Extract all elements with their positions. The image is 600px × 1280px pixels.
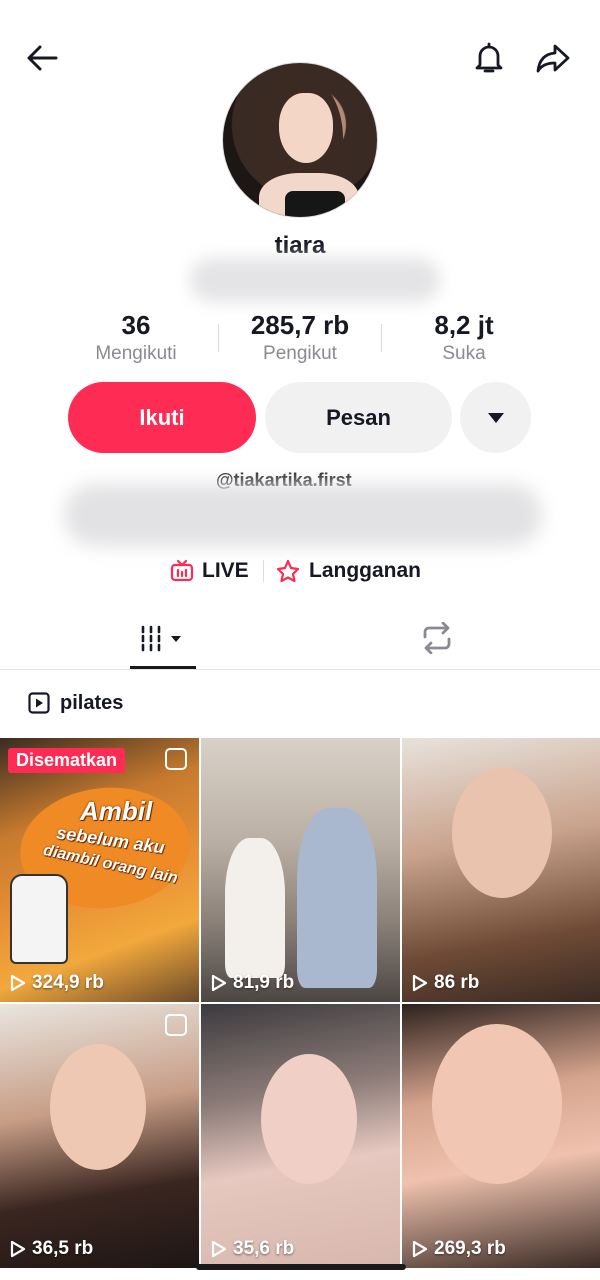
followers-count: 285,7 rb [250,310,350,340]
redacted-display-name [190,258,440,302]
play-icon [10,974,26,992]
view-count: 269,3 rb [412,1238,506,1260]
active-tab-indicator [130,666,196,669]
live-link[interactable]: LIVE [170,556,249,586]
live-tv-icon [170,559,194,582]
star-icon [276,559,300,583]
live-label: LIVE [202,559,249,582]
video-thumbnail[interactable]: 269,3 rb [402,1004,600,1268]
view-count-text: 35,6 rb [233,1238,295,1259]
view-count: 81,9 rb [211,972,294,994]
notifications-button[interactable] [465,34,513,82]
video-thumbnail[interactable]: 36,5 rb [0,1004,199,1268]
caret-down-icon [487,412,504,423]
playlist-label: pilates [60,691,124,714]
video-thumbnail[interactable]: 86 rb [402,738,600,1002]
multi-video-icon [165,748,187,770]
bell-icon [475,42,503,73]
video-thumbnail[interactable]: Ambil sebelum aku diambil orang lain Dis… [0,738,199,1002]
subscription-link[interactable]: Langganan [275,556,421,586]
view-count-text: 269,3 rb [434,1238,506,1259]
view-count: 324,9 rb [10,972,104,994]
stat-likes[interactable]: 8,2 jt Suka [374,308,554,366]
share-icon [536,44,570,73]
view-count-text: 86 rb [434,972,480,993]
following-label: Mengikuti [95,343,177,364]
thumbnail-face [50,1044,146,1170]
thumbnail-figure [297,808,377,988]
following-count: 36 [121,310,151,340]
avatar-face [279,93,333,163]
followers-label: Pengikut [263,343,337,364]
stat-following[interactable]: 36 Mengikuti [46,308,226,366]
view-count-text: 36,5 rb [32,1238,94,1259]
tab-repost[interactable] [404,608,470,668]
view-count: 86 rb [412,972,479,994]
thumbnail-caption: Ambil [80,796,153,826]
repost-icon [423,622,451,654]
subscription-label: Langganan [309,559,422,582]
play-square-icon [28,692,50,714]
link-divider [263,560,264,582]
stat-followers[interactable]: 285,7 rb Pengikut [210,308,390,366]
thumbnail-face [432,1024,562,1184]
more-options-button[interactable] [460,382,531,453]
mascot-illustration [10,874,68,964]
message-button[interactable]: Pesan [265,382,452,453]
play-icon [211,1240,227,1258]
view-count: 35,6 rb [211,1238,294,1260]
view-count: 36,5 rb [10,1238,93,1260]
play-icon [211,974,227,992]
view-count-text: 81,9 rb [233,972,295,993]
multi-video-icon [165,1014,187,1036]
grid-icon [141,625,181,652]
video-grid: Ambil sebelum aku diambil orang lain Dis… [0,738,600,1268]
avatar-top [285,191,345,217]
thumbnail-face [452,768,552,898]
share-button[interactable] [529,34,577,82]
redacted-bio [64,484,542,546]
thumbnail-figure [225,838,285,978]
play-icon [412,974,428,992]
stats-row: 36 Mengikuti 285,7 rb Pengikut 8,2 jt Su… [0,308,600,368]
likes-count: 8,2 jt [434,310,494,340]
home-indicator[interactable] [196,1264,406,1270]
back-arrow-icon [27,45,58,71]
view-count-text: 324,9 rb [32,972,104,993]
content-tabs [0,608,600,670]
tab-videos[interactable] [130,608,196,668]
pinned-badge: Disematkan [8,748,126,773]
video-thumbnail[interactable]: 35,6 rb [201,1004,400,1268]
likes-label: Suka [442,343,486,364]
username: tiara [274,232,326,259]
video-thumbnail[interactable]: 81,9 rb [201,738,400,1002]
back-button[interactable] [18,34,66,82]
playlist-chip[interactable]: pilates [28,688,123,718]
avatar[interactable] [222,62,378,218]
profile-links: LIVE Langganan [0,556,600,586]
follow-button[interactable]: Ikuti [68,382,256,453]
play-icon [10,1240,26,1258]
play-icon [412,1240,428,1258]
thumbnail-face [261,1054,357,1184]
